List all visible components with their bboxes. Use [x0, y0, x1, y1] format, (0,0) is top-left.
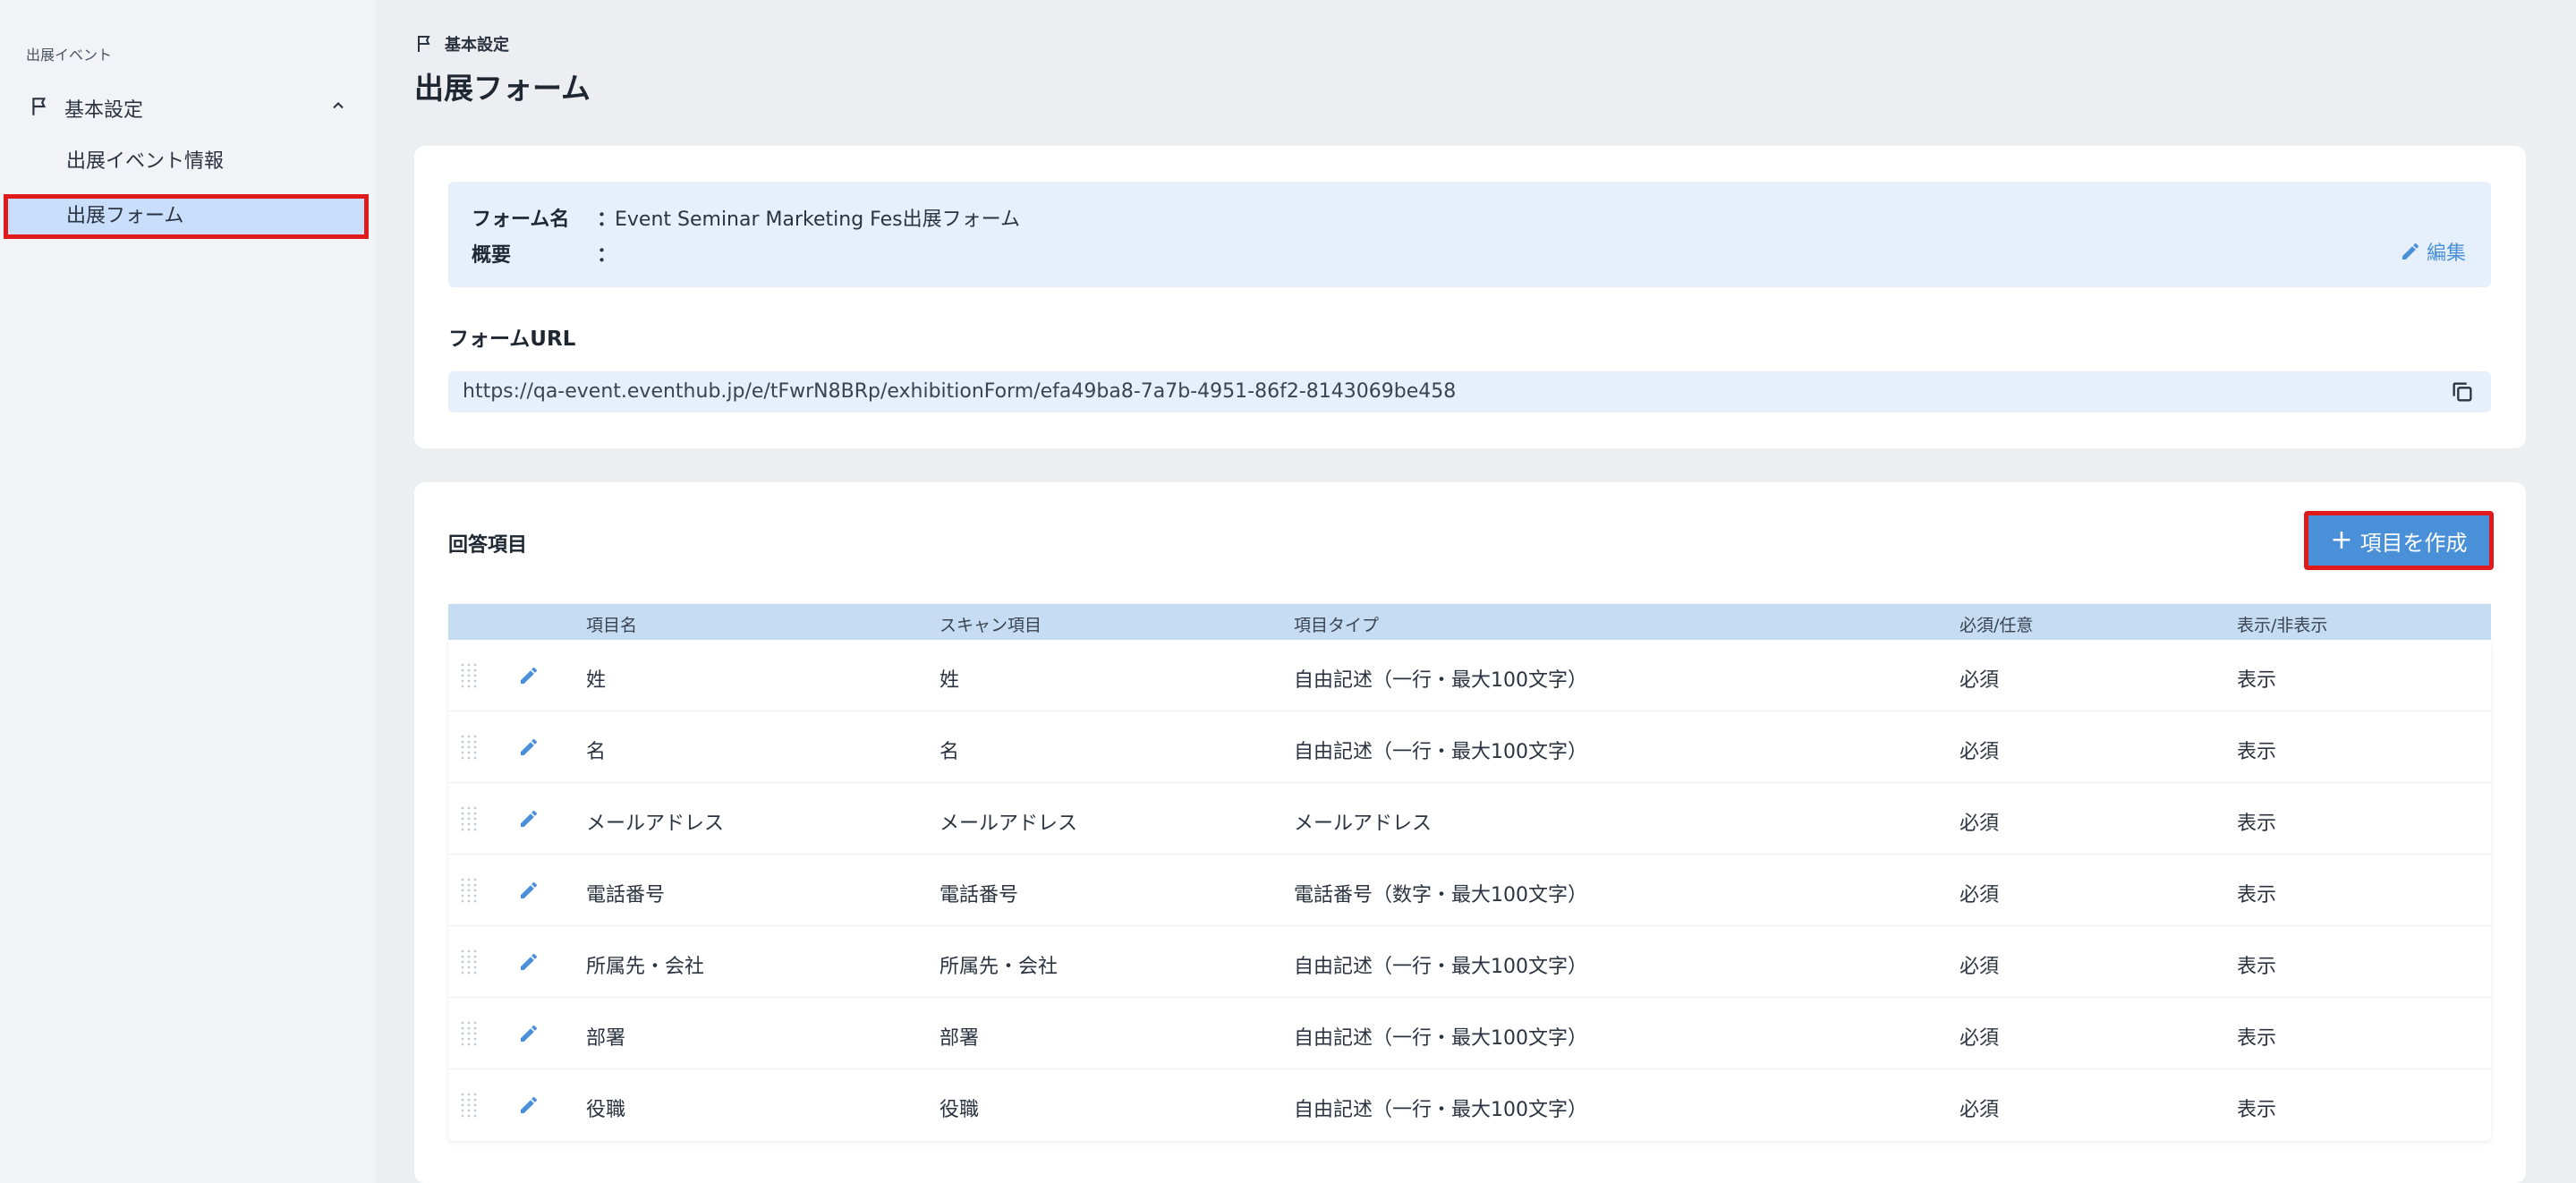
answer-items-table: 項目名 スキャン項目 項目タイプ 必須/任意 表示/非表示 姓 姓 自由記述（一…	[448, 604, 2491, 1141]
flag-icon	[418, 36, 430, 52]
copy-icon[interactable]	[2450, 379, 2475, 404]
column-header-required: 必須/任意	[1960, 616, 2034, 635]
table-row: 役職 役職 自由記述（一行・最大100文字） 必須 表示	[448, 1069, 2491, 1141]
drag-handle-icon[interactable]	[459, 876, 479, 905]
drag-handle-icon[interactable]	[459, 1091, 479, 1119]
sidebar-item-exhibit-event-info[interactable]: 出展イベント情報	[4, 140, 369, 184]
cell-scan-item: 名	[939, 741, 960, 763]
plus-icon: +	[2330, 524, 2353, 556]
edit-button[interactable]: 編集	[2400, 237, 2466, 266]
pencil-icon[interactable]	[518, 736, 540, 758]
column-header-name: 項目名	[586, 616, 638, 635]
cell-visibility: 表示	[2237, 669, 2277, 692]
chevron-up-icon[interactable]	[329, 97, 347, 115]
breadcrumb: 基本設定	[414, 32, 509, 55]
cell-required: 必須	[1960, 741, 2000, 763]
pencil-icon[interactable]	[518, 665, 540, 686]
form-url-value: https://qa-event.eventhub.jp/e/tFwrN8BRp…	[463, 380, 1457, 403]
pencil-icon[interactable]	[518, 808, 540, 830]
cell-visibility: 表示	[2237, 1099, 2277, 1121]
cell-item-name: メールアドレス	[586, 813, 725, 835]
drag-handle-icon[interactable]	[459, 661, 479, 690]
cell-scan-item: 所属先・会社	[939, 956, 1058, 978]
pencil-icon[interactable]	[518, 880, 540, 901]
cell-visibility: 表示	[2237, 741, 2277, 763]
create-item-button[interactable]: + 項目を作成	[2304, 511, 2494, 570]
cell-item-name: 電話番号	[586, 884, 666, 906]
separator: ：	[597, 244, 617, 267]
create-item-label: 項目を作成	[2359, 530, 2468, 556]
sidebar-item-exhibit-form[interactable]: 出展フォーム	[4, 194, 369, 239]
cell-required: 必須	[1960, 884, 2000, 906]
cell-item-name: 名	[586, 741, 607, 763]
answer-items-card: 回答項目 + 項目を作成 項目名 スキャン項目 項目タイプ 必須/任意 表示/非…	[414, 482, 2526, 1183]
cell-item-type: 自由記述（一行・最大100文字）	[1294, 1099, 1587, 1121]
edit-label: 編集	[2426, 243, 2466, 265]
drag-handle-icon[interactable]	[459, 804, 479, 833]
cell-item-name: 所属先・会社	[586, 956, 705, 978]
form-info-box: フォーム名 ： Event Seminar Marketing Fes出展フォー…	[448, 182, 2491, 287]
cell-item-type: 自由記述（一行・最大100文字）	[1294, 956, 1587, 978]
form-info-card: フォーム名 ： Event Seminar Marketing Fes出展フォー…	[414, 146, 2526, 448]
form-url-field[interactable]: https://qa-event.eventhub.jp/e/tFwrN8BRp…	[448, 371, 2491, 413]
pencil-icon	[2402, 243, 2419, 260]
answer-items-title: 回答項目	[448, 534, 528, 557]
table-row: 姓 姓 自由記述（一行・最大100文字） 必須 表示	[448, 640, 2491, 711]
form-name-row: フォーム名 ： Event Seminar Marketing Fes出展フォー…	[472, 203, 1020, 232]
cell-required: 必須	[1960, 956, 2000, 978]
table-row: 電話番号 電話番号 電話番号（数字・最大100文字） 必須 表示	[448, 855, 2491, 926]
drag-handle-icon[interactable]	[459, 948, 479, 976]
cell-item-type: 自由記述（一行・最大100文字）	[1294, 1027, 1587, 1050]
cell-item-type: 自由記述（一行・最大100文字）	[1294, 741, 1587, 763]
cell-item-name: 役職	[586, 1099, 626, 1121]
cell-item-type: メールアドレス	[1294, 813, 1433, 835]
cell-item-type: 自由記述（一行・最大100文字）	[1294, 669, 1587, 692]
form-summary-row: 概要 ：	[472, 239, 617, 268]
table-header: 項目名 スキャン項目 項目タイプ 必須/任意 表示/非表示	[448, 604, 2491, 640]
sidebar: 出展イベント 基本設定 出展イベント情報 出展フォーム	[0, 0, 376, 1183]
column-header-type: 項目タイプ	[1294, 616, 1380, 635]
pencil-icon[interactable]	[518, 1023, 540, 1044]
sidebar-group-label: 基本設定	[64, 99, 144, 122]
form-url-label: フォームURL	[448, 328, 576, 351]
cell-item-name: 姓	[586, 669, 607, 692]
form-summary-key: 概要	[472, 244, 512, 267]
cell-required: 必須	[1960, 1099, 2000, 1121]
cell-visibility: 表示	[2237, 956, 2277, 978]
cell-visibility: 表示	[2237, 884, 2277, 906]
cell-scan-item: 電話番号	[939, 884, 1019, 906]
cell-required: 必須	[1960, 1027, 2000, 1050]
cell-item-name: 部署	[586, 1027, 626, 1050]
pencil-icon[interactable]	[518, 951, 540, 973]
sidebar-section-label: 出展イベント	[26, 47, 113, 64]
table-row: 所属先・会社 所属先・会社 自由記述（一行・最大100文字） 必須 表示	[448, 926, 2491, 998]
column-header-visibility: 表示/非表示	[2237, 616, 2328, 635]
cell-item-type: 電話番号（数字・最大100文字）	[1294, 884, 1587, 906]
form-name-key: フォーム名	[472, 209, 570, 231]
cell-visibility: 表示	[2237, 1027, 2277, 1050]
sidebar-group-basic-settings[interactable]: 基本設定	[0, 86, 367, 127]
cell-scan-item: 部署	[939, 1027, 980, 1050]
pencil-icon[interactable]	[518, 1094, 540, 1116]
separator: ：	[597, 209, 617, 231]
table-body: 姓 姓 自由記述（一行・最大100文字） 必須 表示 名 名 自由記述（一行・最…	[448, 640, 2491, 1141]
table-row: 名 名 自由記述（一行・最大100文字） 必須 表示	[448, 711, 2491, 783]
flag-icon	[32, 98, 47, 115]
form-name-value: Event Seminar Marketing Fes出展フォーム	[615, 209, 1020, 231]
cell-required: 必須	[1960, 669, 2000, 692]
table-row: 部署 部署 自由記述（一行・最大100文字） 必須 表示	[448, 998, 2491, 1069]
page-title: 出展フォーム	[414, 71, 591, 106]
cell-scan-item: メールアドレス	[939, 813, 1078, 835]
breadcrumb-label: 基本設定	[445, 36, 509, 55]
cell-scan-item: 姓	[939, 669, 960, 692]
cell-scan-item: 役職	[939, 1099, 980, 1121]
drag-handle-icon[interactable]	[459, 1019, 479, 1048]
cell-required: 必須	[1960, 813, 2000, 835]
drag-handle-icon[interactable]	[459, 733, 479, 762]
table-row: メールアドレス メールアドレス メールアドレス 必須 表示	[448, 783, 2491, 855]
cell-visibility: 表示	[2237, 813, 2277, 835]
column-header-scan: スキャン項目	[939, 616, 1042, 635]
